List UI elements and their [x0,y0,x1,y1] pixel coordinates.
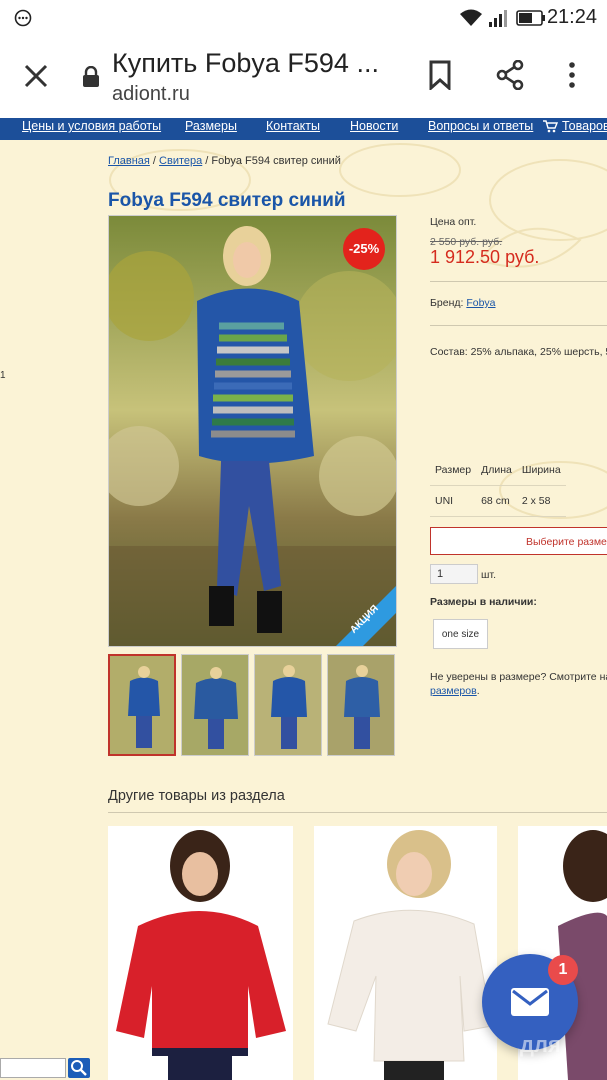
thumbnail[interactable] [327,654,395,756]
product-title: Fobya F594 свитер синий [108,190,346,211]
product-photo [109,216,396,646]
share-icon[interactable] [496,60,524,90]
discount-badge: -25% [343,228,385,270]
breadcrumb-current: Fobya F594 свитер синий [211,155,341,167]
status-bar: 21:24 [0,0,607,36]
search-icon [71,1060,87,1076]
related-product-image [108,826,293,1080]
table-header: Размер [430,455,477,486]
breadcrumb-category[interactable]: Свитера [159,155,202,167]
table-header: Ширина [516,455,566,486]
brand-info: Бренд: Fobya [430,297,496,309]
mail-icon [511,988,549,1016]
nav-news[interactable]: Новости [350,118,398,134]
composition: Состав: 25% альпака, 25% шерсть, 50% [430,346,607,358]
table-cell: UNI [430,485,477,517]
more-menu-icon[interactable] [566,60,578,90]
thumbnail-image [328,655,394,755]
thumbnail-image [110,656,174,754]
brand-label: Бренд: [430,297,467,309]
thumbnail-image [182,655,248,755]
bookmark-icon[interactable] [428,60,452,90]
related-product-card[interactable] [314,826,497,1080]
left-sidebar: 1 [0,140,100,1080]
divider [430,325,607,326]
signal-icon [489,10,507,27]
wifi-icon [460,9,482,26]
nav-faq[interactable]: Вопросы и ответы [428,118,533,134]
size-hint: Не уверены в размере? Смотрите наш [430,671,607,683]
table-row: UNI 68 cm 2 x 58 [430,485,566,517]
related-section-title: Другие товары из раздела [108,788,285,804]
related-product-card[interactable] [108,826,293,1080]
close-icon[interactable] [22,62,50,90]
nav-prices-terms[interactable]: Цены и условия работы [22,118,161,134]
nav-sizes[interactable]: Размеры [185,118,237,134]
browser-toolbar: Купить Fobya F594 ... adiont.ru [0,36,607,118]
select-size-button[interactable]: Выберите размер [430,527,607,555]
sizes-available-label: Размеры в наличии: [430,596,537,608]
brand-link[interactable]: Fobya [466,297,495,309]
thumbnail[interactable] [254,654,322,756]
clock: 21:24 [546,6,597,28]
nav-contacts[interactable]: Контакты [266,118,320,134]
price-label: Цена опт. [430,216,477,228]
sidebar-marker: 1 [0,370,6,381]
page-url[interactable]: adiont.ru [112,83,190,106]
thumbnail[interactable] [108,654,176,756]
page-title: Купить Fobya F594 ... [112,48,379,78]
quantity-input[interactable]: 1 [430,564,478,584]
search-button[interactable] [68,1058,90,1078]
size-table: Размер Длина Ширина UNI 68 cm 2 x 58 [430,455,566,517]
battery-icon [516,10,545,26]
table-header: Длина [476,455,517,486]
search-input[interactable] [0,1058,66,1078]
related-product-image [314,826,497,1080]
period: . [476,685,480,697]
breadcrumb-separator: / [149,155,160,167]
divider [108,812,607,813]
table-cell: 2 x 58 [516,485,566,517]
nav-cart[interactable]: Товаров [562,118,607,134]
product-main-image[interactable]: АКЦИЯ [108,215,397,647]
watermark: для мам [520,1032,565,1080]
size-option[interactable]: one size [433,619,488,649]
divider [430,281,607,282]
breadcrumb: Главная / Свитера / Fobya F594 свитер си… [108,155,341,167]
size-chart-link[interactable]: размеров [430,685,477,697]
quantity-unit: шт. [481,569,496,581]
table-cell: 68 cm [476,485,517,517]
size-hint-link-wrap: размеров. [430,685,480,697]
table-header-row: Размер Длина Ширина [430,455,566,486]
notification-icon [14,9,32,27]
thumbnail-image [255,655,321,755]
current-price: 1 912.50 руб. [430,247,540,267]
site-nav: Цены и условия работы Размеры Контакты Н… [0,118,607,140]
thumbnail[interactable] [181,654,249,756]
cart-icon[interactable] [542,119,558,133]
notification-badge: 1 [548,955,578,985]
lock-icon [83,66,99,87]
breadcrumb-home[interactable]: Главная [108,155,150,167]
